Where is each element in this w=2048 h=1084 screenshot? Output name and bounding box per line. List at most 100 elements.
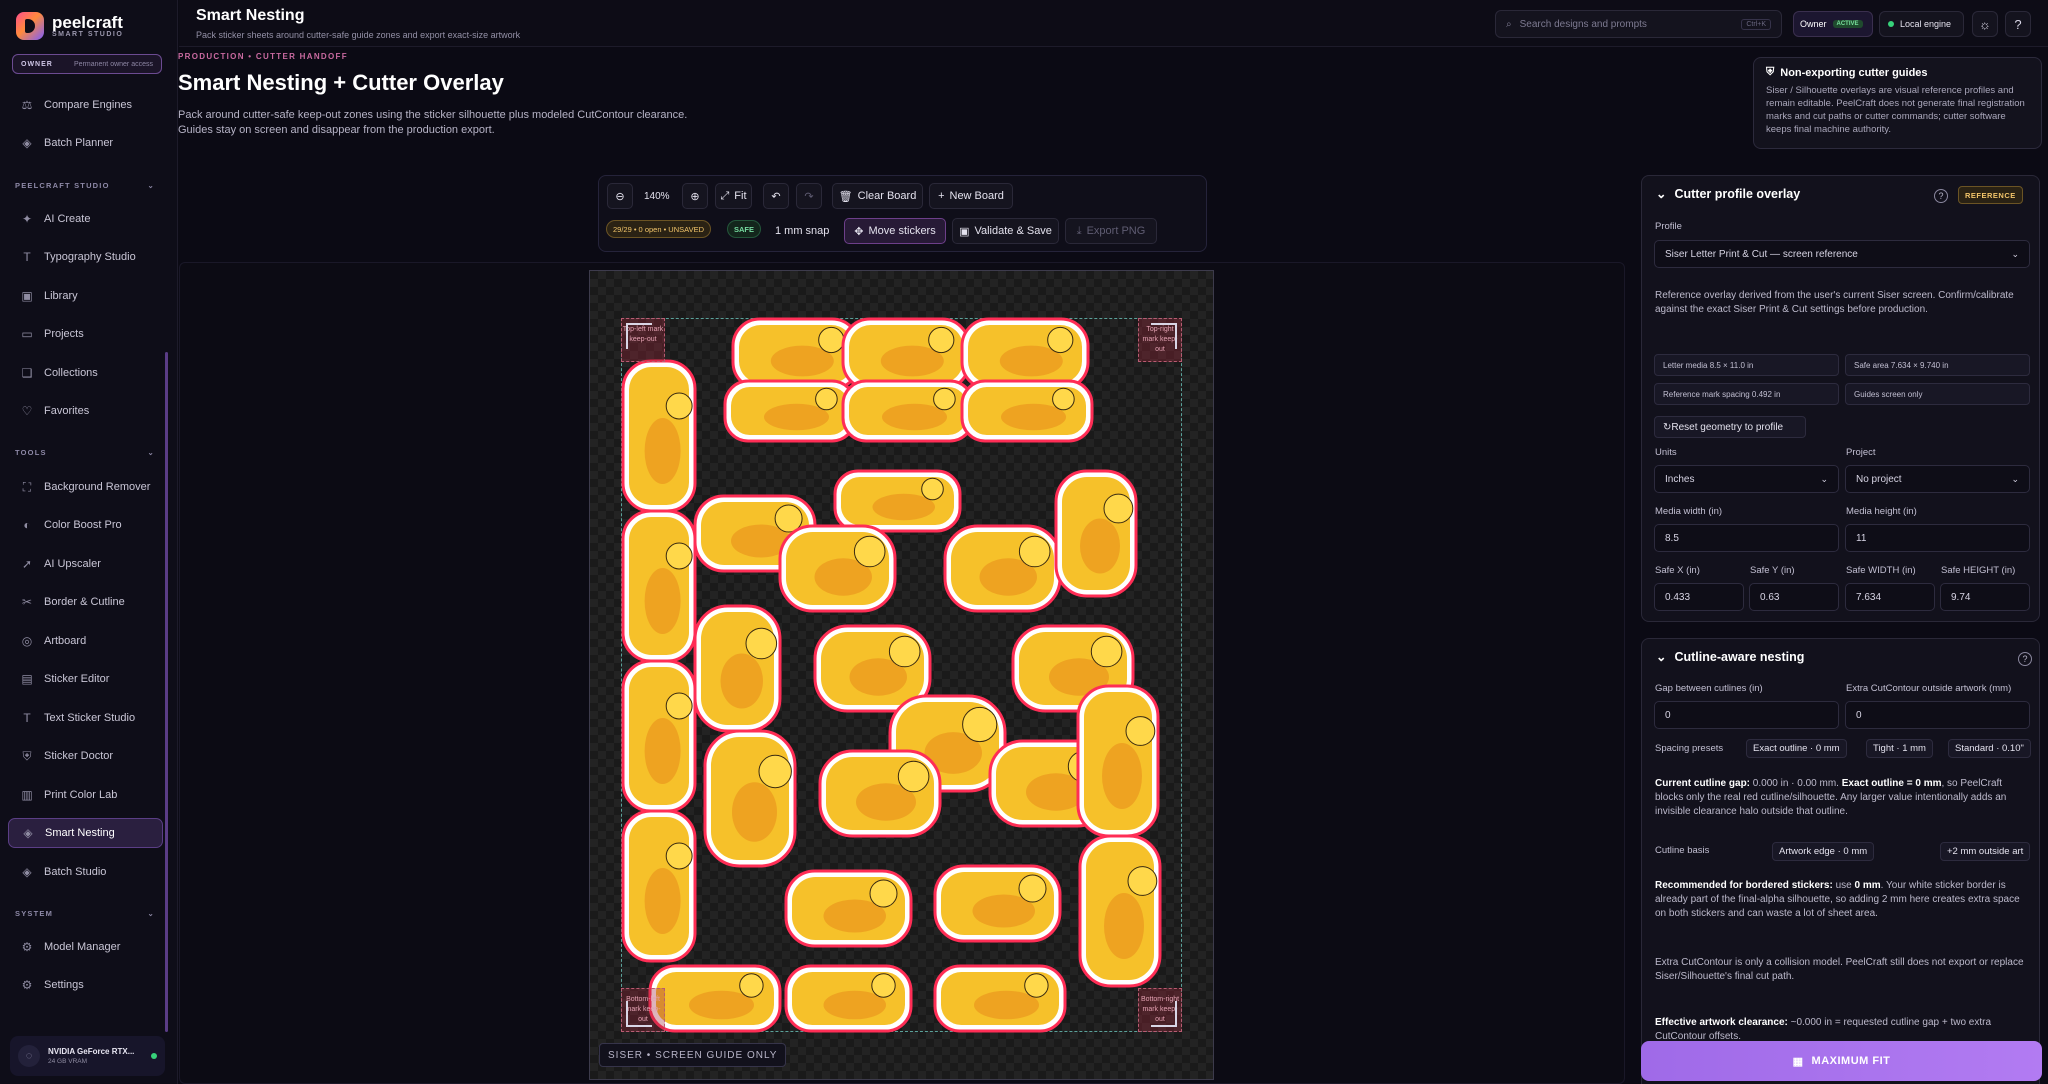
sticker-head: [962, 706, 998, 743]
sticker-item[interactable]: [731, 317, 861, 391]
sidebar-item-background-remover[interactable]: ⛶ Background Remover: [8, 472, 163, 502]
help-button[interactable]: ?: [2005, 11, 2031, 37]
sticker-item[interactable]: [784, 869, 913, 948]
project-select[interactable]: No project ⌄: [1845, 465, 2030, 493]
sticker-item[interactable]: [1054, 469, 1138, 598]
sidebar-item-settings[interactable]: ⚙ Settings: [8, 970, 163, 1000]
reset-geometry-button[interactable]: ↻ Reset geometry to profile: [1654, 416, 1806, 438]
search-input[interactable]: ⌕ Search designs and prompts Ctrl+K: [1495, 10, 1782, 38]
sticker-head: [888, 635, 921, 668]
sticker-item[interactable]: [833, 469, 962, 533]
sticker-item[interactable]: [784, 964, 913, 1033]
theme-toggle-button[interactable]: ☼: [1972, 11, 1998, 37]
sticker-item[interactable]: [933, 864, 1062, 943]
sidebar-item-model-manager[interactable]: ⚙ Model Manager: [8, 932, 163, 962]
sidebar-item-collections[interactable]: ❑ Collections: [8, 358, 163, 388]
section-header-peelcraft-studio[interactable]: PEELCRAFT STUDIO ⌄: [15, 181, 155, 190]
snap-toggle[interactable]: 1 mm snap: [775, 218, 829, 244]
sticker-item[interactable]: [1076, 684, 1160, 838]
safe-height-input[interactable]: 9.74: [1940, 583, 2030, 611]
sticker-item[interactable]: [621, 509, 697, 663]
clear-board-label: Clear Board: [857, 190, 917, 202]
safe-y-label: Safe Y (in): [1750, 565, 1795, 576]
sidebar-item-compare-engines[interactable]: ⚖ Compare Engines: [8, 90, 163, 120]
section-header-tools[interactable]: TOOLS ⌄: [15, 448, 155, 457]
profile-select[interactable]: Siser Letter Print & Cut — screen refere…: [1654, 240, 2030, 268]
sidebar-item-sticker-editor[interactable]: ▤ Sticker Editor: [8, 664, 163, 694]
gpu-status[interactable]: ◌ NVIDIA GeForce RTX... 24 GB VRAM: [10, 1036, 165, 1076]
sticker-item[interactable]: [648, 964, 782, 1033]
sticker-item[interactable]: [621, 809, 697, 963]
sticker-item[interactable]: [1078, 834, 1162, 988]
sticker-item[interactable]: [933, 964, 1067, 1033]
safe-width-input[interactable]: 7.634: [1845, 583, 1935, 611]
zoom-out-button[interactable]: ⊖: [607, 183, 633, 209]
sticker-item[interactable]: [621, 659, 697, 813]
undo-button[interactable]: ↶: [763, 183, 789, 209]
registration-mark-top-right: Top-right mark keep-out: [1138, 318, 1182, 362]
sidebar-item-print-color-lab[interactable]: ▥ Print Color Lab: [8, 780, 163, 810]
sidebar-item-label: Batch Planner: [44, 137, 114, 149]
panel-header[interactable]: ⌄ Cutline-aware nesting: [1656, 649, 1804, 665]
sticker-item[interactable]: [818, 749, 942, 838]
sticker-item[interactable]: [723, 379, 857, 443]
sticker-item[interactable]: [841, 317, 971, 391]
owner-status-button[interactable]: Owner ACTIVE: [1793, 11, 1873, 37]
recommendation-value: 0 mm: [1854, 880, 1881, 891]
sidebar-item-smart-nesting[interactable]: ◈ Smart Nesting: [8, 818, 163, 848]
mark-square: [1151, 323, 1177, 349]
export-png-button[interactable]: ⤓ Export PNG: [1065, 218, 1157, 244]
sidebar-item-batch-planner[interactable]: ◈ Batch Planner: [8, 128, 163, 158]
basis-outside-art-button[interactable]: +2 mm outside art: [1940, 842, 2031, 861]
sticker-item[interactable]: [778, 524, 897, 613]
help-icon[interactable]: ?: [1934, 189, 1948, 203]
engine-status-button[interactable]: Local engine: [1879, 11, 1964, 37]
preset-tight-button[interactable]: Tight · 1 mm: [1866, 739, 1933, 758]
basis-artwork-edge-button[interactable]: Artwork edge · 0 mm: [1772, 842, 1875, 861]
section-header-system[interactable]: SYSTEM ⌄: [15, 909, 155, 918]
sidebar-item-batch-studio[interactable]: ◈ Batch Studio: [8, 857, 163, 887]
sidebar-item-color-boost-pro[interactable]: ◐ Color Boost Pro: [8, 510, 163, 540]
redo-button[interactable]: ↷: [796, 183, 822, 209]
media-width-input[interactable]: 8.5: [1654, 524, 1839, 552]
maximum-fit-button[interactable]: ▦ MAXIMUM FIT: [1641, 1041, 2042, 1081]
sidebar-item-sticker-doctor[interactable]: ⛨ Sticker Doctor: [8, 741, 163, 771]
new-board-button[interactable]: + New Board: [929, 183, 1013, 209]
sidebar-scrollbar[interactable]: [165, 352, 168, 1032]
validate-save-button[interactable]: ▣ Validate & Save: [952, 218, 1059, 244]
sticker-board[interactable]: Top-left mark keep-out Top-right mark ke…: [589, 270, 1214, 1080]
sticker-item[interactable]: [960, 317, 1090, 391]
sticker-item[interactable]: [960, 379, 1094, 443]
help-icon[interactable]: ?: [2018, 652, 2032, 666]
units-select[interactable]: Inches ⌄: [1654, 465, 1839, 493]
sidebar-item-library[interactable]: ▣ Library: [8, 281, 163, 311]
panel-header[interactable]: ⌄ Cutter profile overlay: [1656, 186, 1800, 202]
owner-pill: OWNER Permanent owner access: [12, 54, 162, 74]
safe-y-input[interactable]: 0.63: [1749, 583, 1839, 611]
sticker-item[interactable]: [703, 729, 797, 868]
sidebar-item-text-sticker-studio[interactable]: T Text Sticker Studio: [8, 703, 163, 733]
sidebar-item-favorites[interactable]: ♡ Favorites: [8, 396, 163, 426]
sticker-item[interactable]: [943, 524, 1062, 613]
sidebar-item-ai-create[interactable]: ✦ AI Create: [8, 204, 163, 234]
sidebar-item-projects[interactable]: ▭ Projects: [8, 319, 163, 349]
media-height-input[interactable]: 11: [1845, 524, 2030, 552]
preset-exact-button[interactable]: Exact outline · 0 mm: [1746, 739, 1847, 758]
gap-input[interactable]: 0: [1654, 701, 1839, 729]
sticker-item[interactable]: [841, 379, 975, 443]
fit-button[interactable]: ⤢ Fit: [715, 183, 752, 209]
preset-standard-button[interactable]: Standard · 0.10": [1948, 739, 2031, 758]
logo[interactable]: peelcraft SMART STUDIO: [16, 12, 123, 40]
sticker-item[interactable]: [693, 604, 782, 733]
sidebar-item-typography-studio[interactable]: T Typography Studio: [8, 242, 163, 272]
sticker-item[interactable]: [621, 359, 697, 513]
clear-board-button[interactable]: 🗑 Clear Board: [832, 183, 923, 209]
safe-x-input[interactable]: 0.433: [1654, 583, 1744, 611]
sidebar-item-artboard[interactable]: ◎ Artboard: [8, 626, 163, 656]
extra-contour-input[interactable]: 0: [1845, 701, 2030, 729]
move-stickers-button[interactable]: ✥ Move stickers: [844, 218, 946, 244]
zoom-in-button[interactable]: ⊕: [682, 183, 708, 209]
sidebar-item-border-cutline[interactable]: ✂ Border & Cutline: [8, 587, 163, 617]
sidebar-item-ai-upscaler[interactable]: ➚ AI Upscaler: [8, 549, 163, 579]
layers-icon: ◈: [22, 136, 32, 150]
